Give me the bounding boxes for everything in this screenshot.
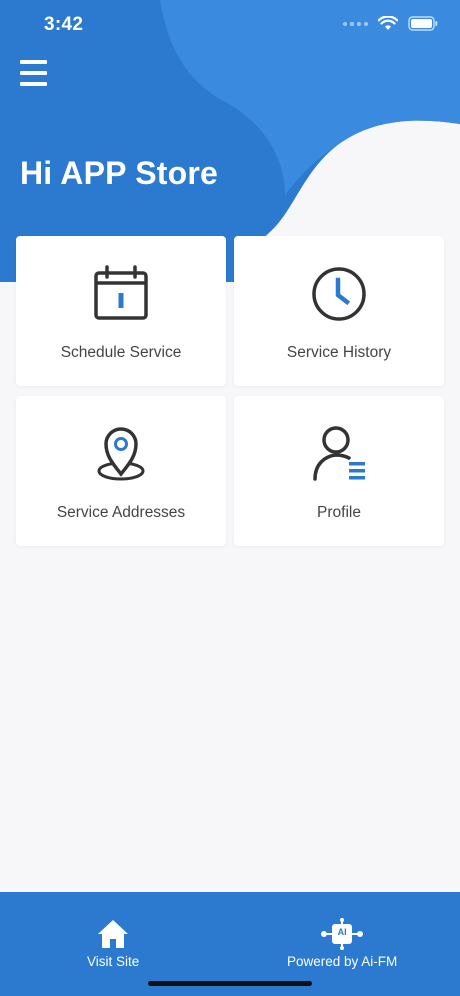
location-pin-icon bbox=[97, 427, 145, 481]
profile-tile[interactable]: Profile bbox=[234, 396, 444, 546]
visit-site-button[interactable]: Visit Site bbox=[87, 918, 139, 969]
menu-icon-bar bbox=[20, 71, 47, 75]
status-icons bbox=[343, 16, 438, 31]
profile-icon bbox=[313, 426, 365, 481]
calendar-icon bbox=[94, 265, 148, 320]
service-addresses-tile[interactable]: Service Addresses bbox=[16, 396, 226, 546]
tile-label: Service History bbox=[286, 344, 392, 361]
ai-chip-text: AI bbox=[337, 927, 347, 937]
service-history-tile[interactable]: Service History bbox=[234, 236, 444, 386]
status-time: 3:42 bbox=[44, 14, 84, 35]
tile-label: Schedule Service bbox=[60, 344, 182, 361]
clock-icon bbox=[312, 267, 366, 321]
schedule-service-tile[interactable]: Schedule Service bbox=[16, 236, 226, 386]
menu-button[interactable] bbox=[20, 58, 48, 88]
battery-icon bbox=[408, 16, 438, 31]
signal-icon bbox=[343, 21, 368, 26]
tile-label: Profile bbox=[317, 504, 361, 521]
home-icon bbox=[98, 920, 129, 948]
status-bar: 3:42 bbox=[0, 0, 460, 50]
menu-icon-bar bbox=[20, 82, 47, 86]
powered-by-label: Powered by Ai-FM bbox=[287, 954, 398, 969]
menu-icon-bar bbox=[20, 60, 47, 64]
page-title: Hi APP Store bbox=[20, 155, 219, 191]
powered-by-button[interactable]: AI Powered by Ai-FM bbox=[287, 918, 397, 969]
service-grid: Schedule Service Service History Service… bbox=[16, 236, 444, 546]
wifi-icon bbox=[378, 16, 398, 30]
visit-site-label: Visit Site bbox=[87, 954, 140, 969]
tile-label: Service Addresses bbox=[56, 504, 186, 521]
home-indicator bbox=[148, 981, 312, 986]
